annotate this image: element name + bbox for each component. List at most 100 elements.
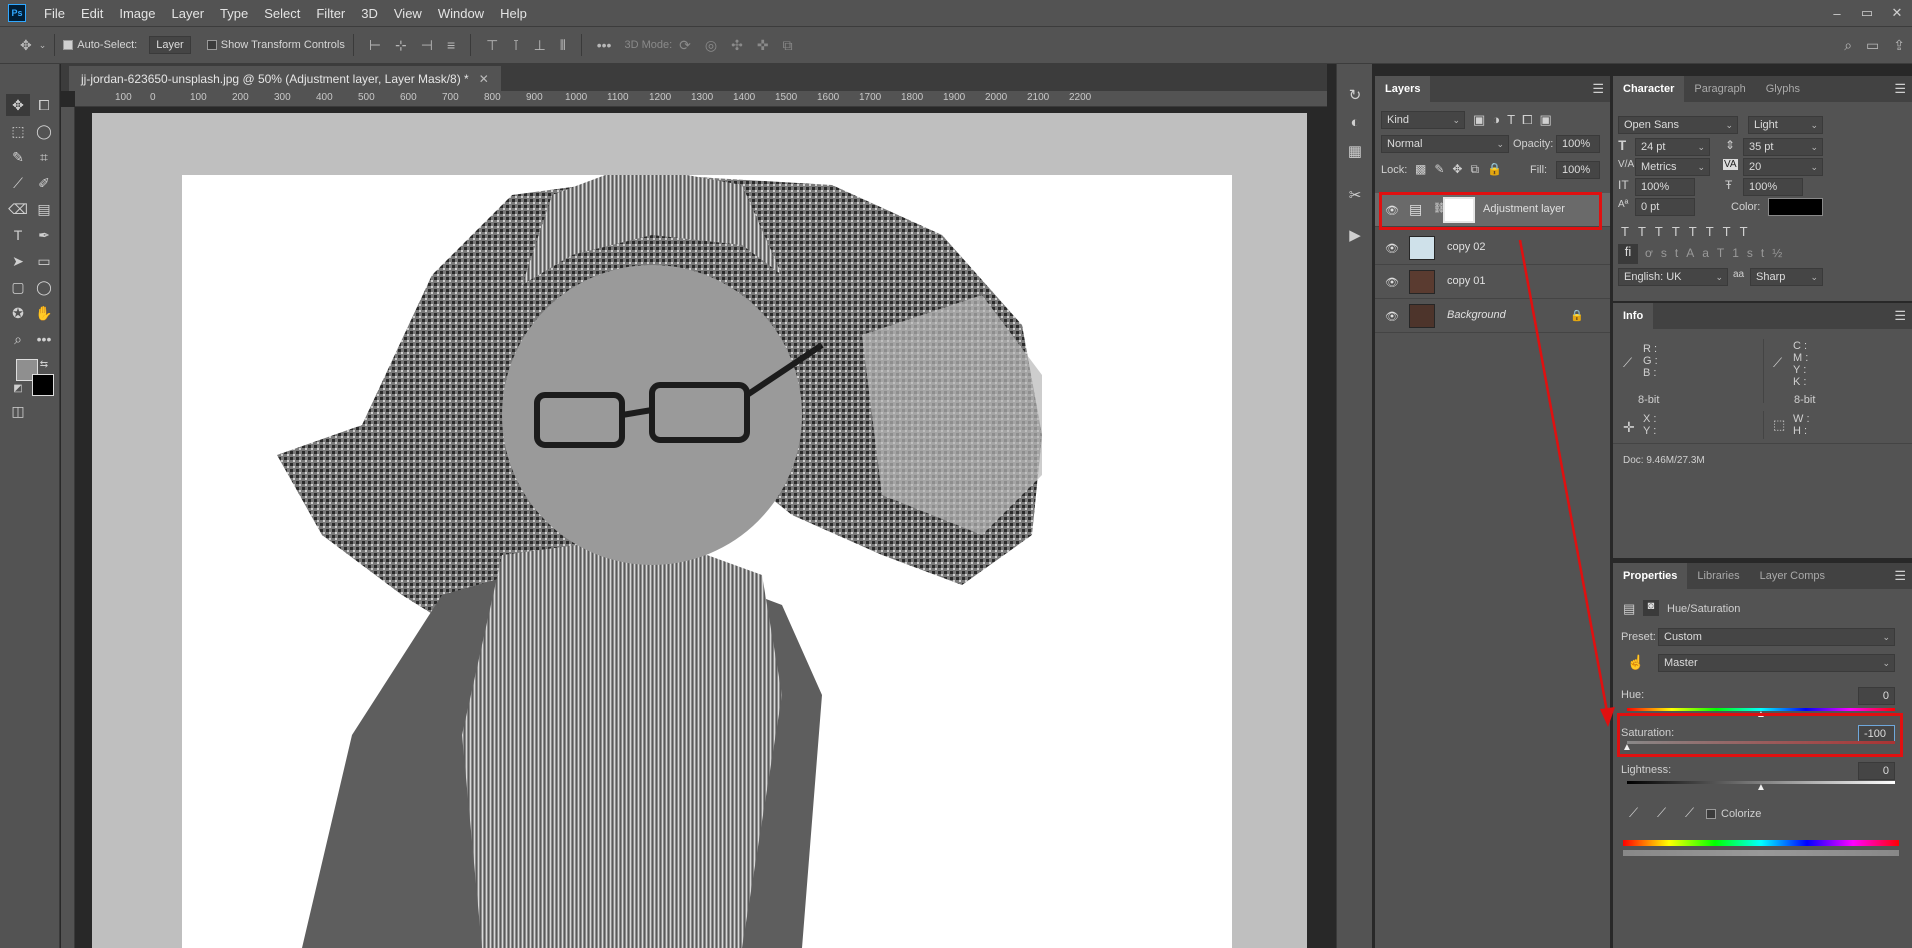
menu-help[interactable]: Help — [492, 6, 535, 21]
eyedropper-icon[interactable]: ⟋ — [1629, 805, 1638, 821]
menu-window[interactable]: Window — [430, 6, 492, 21]
fill-input[interactable]: 100% — [1556, 161, 1600, 179]
move-tool-icon[interactable]: ✥ — [20, 37, 32, 54]
tab-layer-comps[interactable]: Layer Comps — [1750, 563, 1835, 589]
swap-colors-icon[interactable]: ⇆ — [32, 354, 56, 376]
chevron-down-icon[interactable]: ⌄ — [39, 40, 47, 51]
colorize-checkbox[interactable] — [1706, 809, 1716, 819]
default-colors-icon[interactable]: ◩ — [6, 378, 30, 400]
tab-character[interactable]: Character — [1613, 76, 1685, 102]
visibility-eye-icon[interactable]: 👁 — [1385, 242, 1399, 255]
rounded-rect-tool-icon[interactable]: ▢ — [6, 276, 30, 298]
type-tool-icon[interactable]: T — [6, 224, 30, 246]
search-icon[interactable]: ⌕ — [1844, 37, 1852, 54]
distribute-vertical-icon[interactable]: ⫴ — [560, 37, 566, 54]
tab-glyphs[interactable]: Glyphs — [1756, 76, 1810, 102]
kerning-input[interactable]: Metrics ⌄ — [1635, 158, 1710, 176]
show-transform-checkbox[interactable] — [206, 40, 217, 50]
horizontal-scale-input[interactable]: 100% — [1743, 178, 1803, 196]
menu-file[interactable]: File — [36, 6, 73, 21]
visibility-eye-icon[interactable]: 👁 — [1385, 276, 1399, 289]
adjustments-icon[interactable]: ◐ — [1345, 114, 1365, 134]
background-color-swatch[interactable] — [32, 374, 54, 396]
marquee-tool-icon[interactable]: ⬚ — [6, 120, 30, 142]
eyedropper-minus-icon[interactable]: ⟋ — [1685, 805, 1694, 821]
menu-type[interactable]: Type — [212, 6, 256, 21]
saturation-slider-track[interactable] — [1627, 741, 1895, 744]
document-tab[interactable]: jj-jordan-623650-unsplash.jpg @ 50% (Adj… — [69, 66, 501, 91]
saturation-slider-thumb[interactable]: ▲ — [1622, 742, 1632, 753]
layer-filter-icons[interactable]: ▣◑T⧠▣ — [1473, 112, 1559, 128]
quick-mask-icon[interactable]: ◫ — [6, 400, 30, 422]
custom-shape-tool-icon[interactable]: ✪ — [6, 302, 30, 324]
brush-tool-icon[interactable]: ✐ — [32, 172, 56, 194]
on-image-adjust-icon[interactable]: ☝ — [1627, 654, 1644, 671]
align-left-icon[interactable]: ⊢ — [369, 37, 381, 54]
actions-play-icon[interactable]: ▶ — [1345, 226, 1365, 246]
tracking-input[interactable]: 20 ⌄ — [1743, 158, 1823, 176]
channel-dropdown[interactable]: Master ⌄ — [1658, 654, 1895, 672]
more-tools-icon[interactable]: ••• — [32, 328, 56, 350]
pen-tool-icon[interactable]: ✒ — [32, 224, 56, 246]
zoom-tool-icon[interactable]: ⌕ — [6, 328, 30, 350]
eyedropper-icon[interactable]: ⟋ — [1623, 355, 1632, 371]
tab-layers[interactable]: Layers — [1375, 76, 1431, 102]
close-button[interactable]: ✕ — [1882, 5, 1912, 21]
menu-view[interactable]: View — [386, 6, 430, 21]
restore-button[interactable]: ▭ — [1852, 5, 1882, 21]
lightness-input[interactable]: 0 — [1858, 762, 1895, 780]
ligatures-button[interactable]: ﬁ — [1618, 244, 1638, 264]
eyedropper-icon[interactable]: ⟋ — [1773, 355, 1782, 371]
align-top-icon[interactable]: ⊤ — [486, 37, 498, 54]
antialias-dropdown[interactable]: Sharp ⌄ — [1750, 268, 1823, 286]
align-bottom-icon[interactable]: ⊥ — [534, 37, 546, 54]
artboard-tool-icon[interactable]: ⧠ — [32, 94, 56, 116]
history-icon[interactable]: ↻ — [1345, 86, 1365, 106]
more-options-icon[interactable]: ••• — [597, 37, 612, 53]
text-color-swatch[interactable] — [1768, 198, 1823, 216]
font-family-dropdown[interactable]: Open Sans ⌄ — [1618, 116, 1738, 134]
filter-kind-dropdown[interactable]: Kind ⌄ — [1381, 111, 1465, 129]
menu-edit[interactable]: Edit — [73, 6, 111, 21]
move-tool-icon[interactable]: ✥ — [6, 94, 30, 116]
align-middle-icon[interactable]: ⊺ — [512, 37, 519, 54]
swatches-icon[interactable]: ▦ — [1345, 142, 1365, 162]
panel-menu-icon[interactable]: ☰ — [1586, 76, 1610, 102]
vertical-scale-input[interactable]: 100% — [1635, 178, 1695, 196]
tab-libraries[interactable]: Libraries — [1687, 563, 1749, 589]
mask-icon[interactable]: ◙ — [1643, 600, 1659, 616]
opentype-buttons[interactable]: ơstAaT1st½ — [1645, 246, 1790, 260]
menu-select[interactable]: Select — [256, 6, 308, 21]
distribute-icon[interactable]: ≡ — [447, 37, 455, 53]
lock-options-icons[interactable]: ▩✎✥⧉🔒 — [1415, 162, 1510, 177]
tab-paragraph[interactable]: Paragraph — [1684, 76, 1755, 102]
hue-input[interactable]: 0 — [1858, 687, 1895, 705]
panel-menu-icon[interactable]: ☰ — [1888, 303, 1912, 329]
lasso-tool-icon[interactable]: ◯ — [32, 120, 56, 142]
opacity-input[interactable]: 100% — [1556, 135, 1600, 153]
path-select-tool-icon[interactable]: ➤ — [6, 250, 30, 272]
leading-input[interactable]: 35 pt ⌄ — [1743, 138, 1823, 156]
lightness-slider-thumb[interactable]: ▲ — [1756, 782, 1766, 793]
auto-select-checkbox[interactable] — [63, 40, 74, 50]
eyedropper-tool-icon[interactable]: ⟋ — [6, 172, 30, 194]
quick-select-tool-icon[interactable]: ✎ — [6, 146, 30, 168]
blend-mode-dropdown[interactable]: Normal ⌄ — [1381, 135, 1509, 153]
artboard[interactable] — [182, 175, 1232, 948]
font-size-input[interactable]: 24 pt ⌄ — [1635, 138, 1710, 156]
baseline-shift-input[interactable]: 0 pt — [1635, 198, 1695, 216]
menu-layer[interactable]: Layer — [164, 6, 213, 21]
panel-menu-icon[interactable]: ☰ — [1888, 76, 1912, 102]
canvas[interactable] — [92, 113, 1307, 948]
align-right-icon[interactable]: ⊣ — [421, 37, 433, 54]
rectangle-tool-icon[interactable]: ▭ — [32, 250, 56, 272]
font-style-dropdown[interactable]: Light ⌄ — [1748, 116, 1823, 134]
text-style-buttons[interactable]: TTTTTTTT — [1621, 224, 1757, 239]
menu-image[interactable]: Image — [111, 6, 163, 21]
menu-filter[interactable]: Filter — [308, 6, 353, 21]
eraser-tool-icon[interactable]: ⌫ — [6, 198, 30, 220]
panel-menu-icon[interactable]: ☰ — [1888, 563, 1912, 589]
tools-icon[interactable]: ✂ — [1345, 186, 1365, 206]
minimize-button[interactable]: – — [1822, 6, 1852, 21]
hand-tool-icon[interactable]: ✋ — [32, 302, 56, 324]
